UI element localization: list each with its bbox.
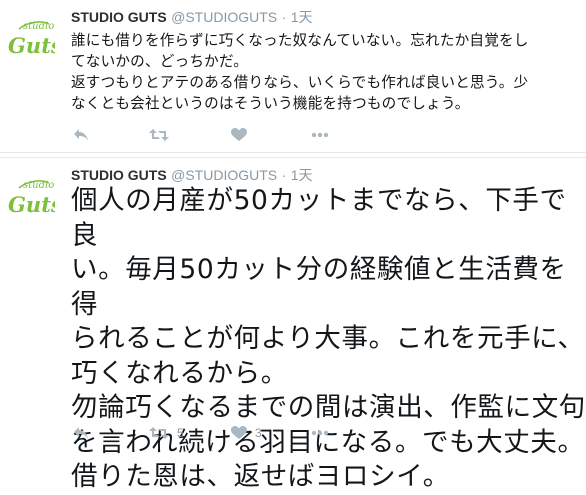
tweet-card[interactable]: studio Guts STUDIO GUTS @STUDIOGUTS · 1天… — [0, 157, 586, 492]
more-options-button[interactable] — [311, 125, 329, 145]
studio-guts-logo-icon: studio Guts — [8, 21, 55, 58]
tweet-text-line: 誰にも借りを作らずに巧くなった奴なんていない。忘れたか自覚をし — [71, 32, 529, 49]
user-handle[interactable]: @STUDIOGUTS — [171, 9, 277, 25]
display-name[interactable]: STUDIO GUTS — [71, 167, 167, 183]
timestamp[interactable]: 1天 — [291, 167, 313, 183]
reply-button[interactable] — [73, 125, 89, 145]
tweet-text-line: 個人の月産が50カットまでなら、下手で良 — [71, 185, 567, 251]
heart-icon — [231, 426, 247, 439]
like-count: 3 — [255, 426, 262, 440]
tweet-text-line: 勿論巧くなるまでの間は演出、作監に文句 — [71, 392, 586, 423]
tweet-header: STUDIO GUTS @STUDIOGUTS · 1天 — [71, 167, 313, 185]
like-button[interactable]: 3 — [231, 423, 262, 443]
retweet-icon — [149, 427, 169, 439]
studio-guts-logo-icon: studio Guts — [8, 180, 55, 217]
retweet-button[interactable]: 5 — [149, 423, 184, 443]
display-name[interactable]: STUDIO GUTS — [71, 9, 167, 25]
separator-dot: · — [281, 9, 287, 25]
avatar[interactable]: studio Guts — [5, 10, 55, 60]
tweet-text: 誰にも借りを作らずに巧くなった奴なんていない。忘れたか自覚をし てないかの、どっ… — [71, 30, 581, 114]
tweet-text-line: なくとも会社というのはそういう機能を持つものでしょう。 — [71, 95, 470, 112]
avatar[interactable]: studio Guts — [5, 169, 55, 219]
tweet-text-line: 借りた恩は、返せばヨロシイ。 — [71, 461, 450, 492]
more-icon — [311, 430, 329, 436]
reply-icon — [74, 427, 88, 439]
tweet-card[interactable]: studio Guts STUDIO GUTS @STUDIOGUTS · 1天… — [0, 0, 586, 153]
more-options-button[interactable] — [311, 423, 329, 443]
timestamp[interactable]: 1天 — [291, 9, 313, 25]
retweet-icon — [149, 129, 169, 141]
reply-button[interactable] — [73, 423, 89, 443]
tweet-text-line: られることが何より大事。これを元手に、 — [71, 323, 585, 354]
tweet-text-line: い。毎月50カット分の経験値と生活費を得 — [71, 254, 567, 320]
user-handle[interactable]: @STUDIOGUTS — [171, 167, 277, 183]
tweet-text: 個人の月産が50カットまでなら、下手で良 い。毎月50カット分の経験値と生活費を… — [71, 184, 586, 495]
svg-text:studio: studio — [23, 21, 54, 32]
svg-text:studio: studio — [23, 180, 54, 191]
tweet-text-line: 巧くなれるから。 — [71, 357, 288, 389]
retweet-button[interactable] — [149, 125, 177, 145]
heart-icon — [231, 128, 247, 141]
tweet-header: STUDIO GUTS @STUDIOGUTS · 1天 — [71, 9, 313, 27]
retweet-count: 5 — [177, 426, 184, 440]
reply-icon — [74, 129, 88, 141]
separator-dot: · — [281, 167, 287, 183]
tweet-text-line: 返すつもりとアテのある借りなら、いくらでも作れば良いと思う。少 — [71, 74, 529, 91]
svg-text:Guts: Guts — [8, 192, 55, 217]
tweet-text-line: てないかの、どっちかだ。 — [71, 53, 249, 70]
tweet-actions — [71, 125, 471, 145]
more-icon — [311, 132, 329, 138]
like-button[interactable] — [231, 125, 255, 145]
tweet-actions: 5 3 — [71, 423, 471, 443]
svg-text:Guts: Guts — [8, 33, 55, 58]
